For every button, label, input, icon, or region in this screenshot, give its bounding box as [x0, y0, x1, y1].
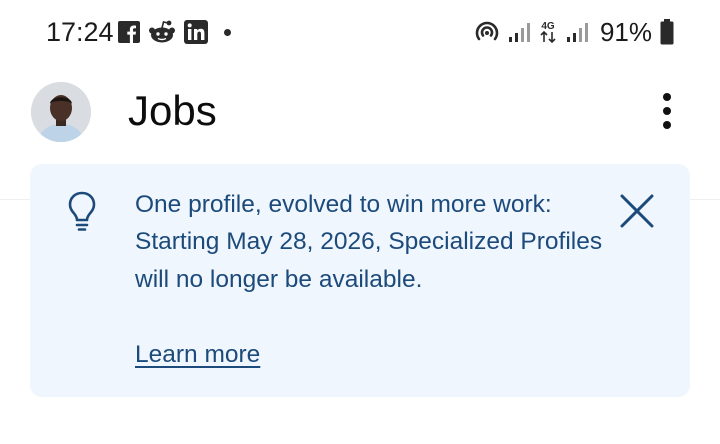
overflow-menu-button[interactable] [654, 92, 680, 132]
banner-message: One profile, evolved to win more work: S… [135, 191, 603, 293]
learn-more-link[interactable]: Learn more [135, 336, 260, 373]
network-type-label: 4G [541, 21, 555, 32]
close-banner-button[interactable] [616, 190, 658, 232]
signal-icon [508, 23, 530, 42]
page-title: Jobs [128, 87, 217, 134]
battery-percent: 91% [599, 17, 652, 47]
info-banner: One profile, evolved to win more work: S… [30, 164, 690, 397]
hotspot-icon [475, 21, 499, 41]
status-time: 17:24 [46, 17, 114, 47]
status-bar: 17:24 4G 91% [0, 0, 720, 64]
signal-icon-2 [566, 23, 588, 42]
system-icons: 4G 91% [474, 16, 674, 48]
facebook-icon [118, 21, 140, 43]
more-notifications-dot [224, 28, 231, 36]
overflow-menu-icon [663, 93, 671, 129]
notification-icons [118, 18, 231, 46]
avatar-image [31, 82, 91, 142]
linkedin-icon [184, 20, 208, 44]
battery-icon [660, 19, 674, 45]
close-icon [620, 194, 654, 228]
profile-avatar[interactable] [31, 82, 91, 142]
lightbulb-icon [68, 191, 96, 231]
reddit-icon [149, 20, 175, 43]
4g-data-icon: 4G [540, 21, 556, 44]
